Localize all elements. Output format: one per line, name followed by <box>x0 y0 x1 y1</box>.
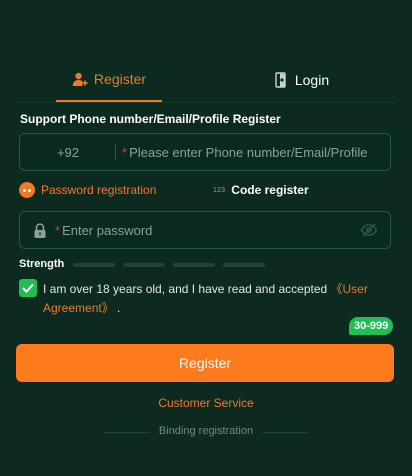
password-field[interactable]: * Enter password <box>19 211 391 249</box>
code-register-option[interactable]: 123 Code register <box>213 180 309 200</box>
strength-bar-1 <box>73 263 115 267</box>
lock-icon <box>34 223 46 238</box>
country-code-select[interactable]: +92 <box>20 134 116 170</box>
add-user-icon <box>72 72 88 86</box>
country-code-divider <box>115 143 116 161</box>
required-mark: * <box>122 144 128 160</box>
agreement-text: I am over 18 years old, and I have read … <box>43 280 389 318</box>
agreement-statement: I am over 18 years old, and I have read … <box>43 282 331 296</box>
account-input[interactable]: * Please enter Phone number/Email/Profil… <box>122 134 368 170</box>
strength-bar-2 <box>123 263 165 267</box>
section-label: Support Phone number/Email/Profile Regis… <box>20 112 281 126</box>
tab-register-label: Register <box>93 71 147 87</box>
password-dots-icon <box>19 182 35 198</box>
numeric-code-icon: 123 <box>213 186 226 194</box>
binding-registration-link[interactable]: Binding registration <box>0 425 412 437</box>
strength-bar-3 <box>173 263 215 267</box>
agreement-row: I am over 18 years old, and I have read … <box>19 279 391 319</box>
password-input[interactable]: * Enter password <box>55 212 152 248</box>
agreement-checkbox[interactable] <box>19 279 37 297</box>
register-mode-row: Password registration 123 Code register <box>19 180 391 200</box>
account-placeholder: Please enter Phone number/Email/Profile <box>129 144 368 160</box>
customer-service-link[interactable]: Customer Service <box>0 396 412 410</box>
account-field[interactable]: +92 * Please enter Phone number/Email/Pr… <box>19 133 391 171</box>
door-login-icon <box>275 72 286 88</box>
auth-tabs: Register Login <box>0 58 412 102</box>
binding-registration-row: Binding registration <box>0 425 412 439</box>
required-mark: * <box>55 222 61 238</box>
bonus-badge: 30-999 <box>349 317 394 335</box>
strength-bar-4 <box>223 263 265 267</box>
tab-register[interactable]: Register <box>56 58 162 102</box>
strength-label: Strength <box>19 258 65 270</box>
agreement-suffix: . <box>113 301 121 315</box>
password-registration-option[interactable]: Password registration <box>19 180 156 200</box>
tab-login-label: Login <box>294 72 330 88</box>
password-strength: Strength <box>19 258 391 272</box>
eye-hidden-icon[interactable] <box>360 222 378 238</box>
tab-login[interactable]: Login <box>250 58 354 102</box>
password-registration-label: Password registration <box>41 183 157 197</box>
tabs-divider <box>16 102 396 103</box>
checkmark-icon <box>22 283 34 293</box>
password-placeholder: Enter password <box>62 222 153 238</box>
register-button[interactable]: Register <box>16 344 394 382</box>
code-register-label: Code register <box>231 183 309 197</box>
